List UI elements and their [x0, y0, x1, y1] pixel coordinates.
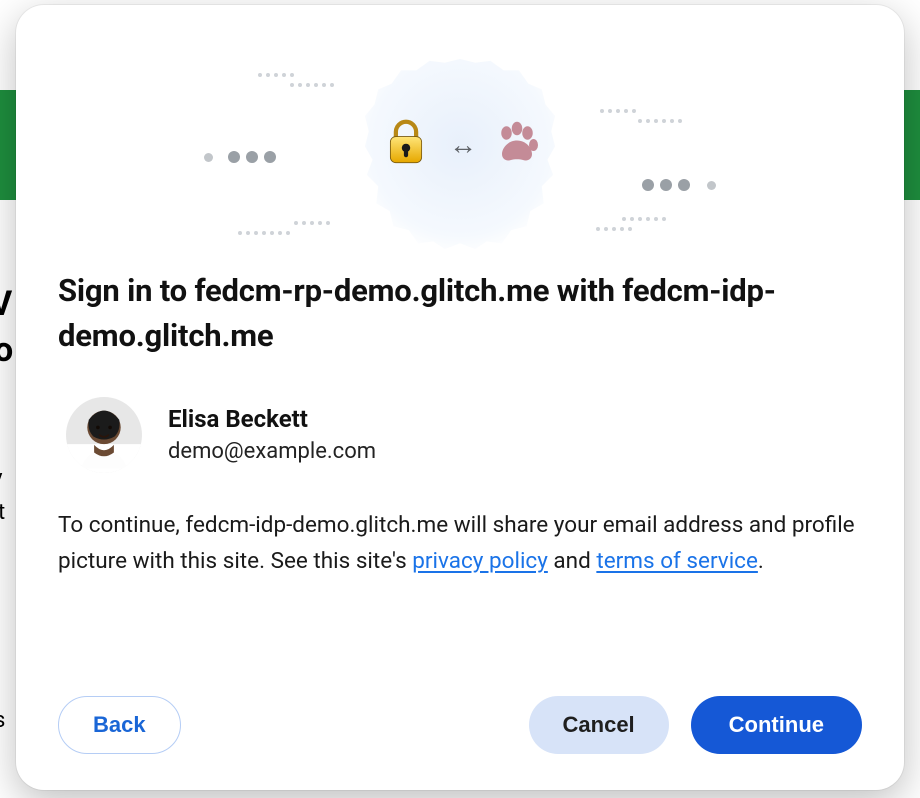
- privacy-policy-link[interactable]: privacy policy: [412, 548, 548, 574]
- bidirectional-arrow-icon: ↔: [449, 128, 477, 161]
- idp-domain-inline: fedcm-idp-demo.glitch.me: [185, 512, 448, 538]
- avatar: [66, 397, 142, 473]
- title-mid: with: [549, 272, 622, 309]
- bg-text-fragment: o: [0, 330, 13, 370]
- bg-text-fragment: t: [0, 500, 5, 525]
- signin-dialog: ↔ Sign in to fedcm-rp-demo.glitch.me: [16, 5, 904, 790]
- title-prefix: Sign in to: [58, 272, 194, 309]
- rp-domain: fedcm-rp-demo.glitch.me: [194, 272, 549, 309]
- bg-text-fragment: s: [0, 708, 5, 733]
- account-email: demo@example.com: [168, 439, 376, 464]
- cancel-button[interactable]: Cancel: [529, 696, 669, 754]
- back-button[interactable]: Back: [58, 696, 181, 754]
- account-name: Elisa Beckett: [168, 405, 376, 433]
- paw-icon: [493, 118, 541, 170]
- dialog-title: Sign in to fedcm-rp-demo.glitch.me with …: [58, 269, 862, 359]
- disclosure-text: To continue, fedcm-idp-demo.glitch.me wi…: [58, 507, 862, 579]
- bg-text-fragment: V: [0, 284, 12, 324]
- lock-icon: [379, 115, 433, 173]
- hero-badge: ↔: [365, 59, 555, 249]
- dialog-footer: Back Cancel Continue: [58, 666, 862, 754]
- dialog-hero-illustration: ↔: [58, 49, 862, 259]
- terms-of-service-link[interactable]: terms of service: [596, 548, 758, 574]
- account-row: Elisa Beckett demo@example.com: [58, 397, 862, 473]
- continue-button[interactable]: Continue: [691, 696, 862, 754]
- bg-text-fragment: v: [0, 466, 3, 491]
